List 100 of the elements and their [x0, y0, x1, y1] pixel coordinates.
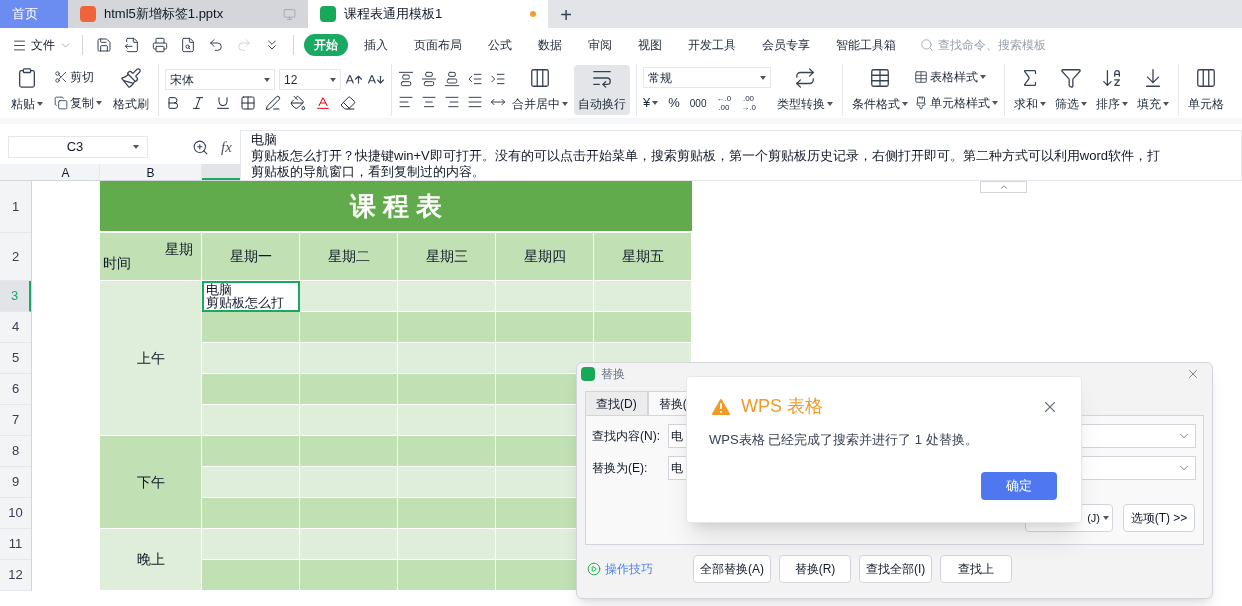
row-header: 7: [0, 405, 31, 436]
sum-button[interactable]: 求和: [1011, 67, 1049, 113]
cells-icon: [1195, 67, 1217, 89]
percent-button[interactable]: %: [668, 93, 680, 113]
day-header-cell: 星期一: [202, 233, 300, 280]
caret-icon: [992, 101, 998, 105]
merge-center-button[interactable]: 合并居中: [509, 67, 571, 113]
row-header: 9: [0, 467, 31, 498]
font-color-icon: [315, 95, 331, 111]
align-middle-icon: [421, 70, 437, 87]
format-painter-button[interactable]: 格式刷: [110, 67, 152, 113]
number-format-field[interactable]: 常规: [643, 67, 771, 89]
redo-icon: [236, 37, 252, 53]
alert-message: WPS表格 已经完成了搜索并进行了 1 处替换。: [709, 431, 978, 449]
row-header: 12: [0, 560, 31, 591]
active-cell[interactable]: 电脑 剪贴板怎么打: [202, 281, 300, 312]
scissors-icon: [54, 70, 68, 84]
menu-tab[interactable]: 数据: [528, 34, 572, 56]
decimal-decrease-button[interactable]: .00 →.0: [741, 94, 756, 112]
document-tab[interactable]: html5新增标签1.pptx: [68, 0, 308, 28]
brush-icon: [914, 96, 928, 110]
row-header: 11: [0, 529, 31, 560]
sort-label: 排序: [1096, 96, 1120, 113]
cells-button[interactable]: 单元格: [1185, 67, 1227, 113]
close-icon: [1186, 367, 1200, 381]
row-header: 3: [0, 281, 31, 312]
app-logo-icon: [581, 367, 595, 381]
dialog-tab[interactable]: 查找(D): [585, 391, 648, 415]
dialog-button[interactable]: 查找上: [940, 555, 1013, 583]
caret-icon: [37, 102, 43, 106]
fill-label: 填充: [1137, 96, 1161, 113]
export-icon: [124, 37, 140, 53]
paste-button[interactable]: 粘贴: [8, 67, 46, 113]
formula-text: 剪贴板的导航窗口，看到复制过的内容。: [251, 164, 486, 180]
ok-button[interactable]: 确定: [981, 471, 1057, 500]
chevron-up-icon: [998, 182, 1009, 192]
day-header-cell: 星期五: [594, 233, 692, 280]
wrap-text-button[interactable]: 自动换行: [574, 65, 630, 115]
file-menu[interactable]: 文件: [12, 36, 72, 54]
font-name-field[interactable]: 宋体: [165, 69, 275, 90]
name-box[interactable]: C3: [8, 136, 148, 158]
copy-button[interactable]: 复制: [54, 94, 102, 112]
day-header-cell: 星期四: [496, 233, 594, 280]
play-icon: [587, 562, 601, 576]
menu-tab[interactable]: 智能工具箱: [826, 34, 906, 56]
thousands-button[interactable]: 000: [689, 95, 707, 111]
new-tab-button[interactable]: +: [548, 0, 584, 28]
filter-button[interactable]: 筛选: [1052, 67, 1090, 113]
conditional-format-button[interactable]: 条件格式: [849, 67, 911, 113]
corner-bottom-label: 时间: [103, 254, 131, 273]
options-button[interactable]: 选项(T) >>: [1123, 504, 1195, 532]
menu-tab[interactable]: 开发工具: [678, 34, 746, 56]
row-header: 10: [0, 498, 31, 529]
caret-icon: [96, 101, 102, 105]
dialog-button[interactable]: 全部替换(A): [693, 555, 771, 583]
row-header: 4: [0, 312, 31, 343]
dialog-title: 替换: [601, 366, 626, 383]
caret-icon: [1122, 102, 1128, 106]
formula-field[interactable]: 电脑 剪贴板怎么打开？快捷键win+V即可打开。没有的可以点击开始菜单，搜索剪贴板，第一个剪贴板历史记录，右侧打开即可。第二种方式可以利用word软件，打 剪贴板的导航窗口，看到复制过的内容。: [240, 130, 1242, 181]
close-button[interactable]: [1186, 367, 1200, 381]
menu-tab[interactable]: 公式: [478, 34, 522, 56]
menu-tab[interactable]: 审阅: [578, 34, 622, 56]
cell-style-button[interactable]: 单元格样式: [914, 94, 998, 112]
caret-icon: [902, 102, 908, 106]
row-header: 8: [0, 436, 31, 467]
zoom-icon: [192, 138, 209, 156]
table-style-button[interactable]: 表格样式: [914, 68, 998, 86]
tips-link[interactable]: 操作技巧: [587, 560, 685, 578]
sum-label: 求和: [1014, 96, 1038, 113]
decimal-increase-button[interactable]: ←.0 .00: [716, 94, 732, 112]
align-top-icon: [398, 70, 414, 87]
caret-icon: [562, 102, 568, 106]
table-icon: [914, 70, 928, 84]
function-label[interactable]: fx: [221, 135, 232, 159]
sort-button[interactable]: 排序: [1093, 67, 1131, 113]
caret-icon: [330, 77, 336, 82]
save-icon: [96, 37, 112, 53]
fill-button[interactable]: 填充: [1134, 67, 1172, 113]
convert-label: 类型转换: [777, 96, 825, 113]
currency-button[interactable]: ¥: [643, 93, 659, 113]
schedule-title: 课 程 表: [100, 181, 692, 231]
menu-tab[interactable]: 会员专享: [752, 34, 820, 56]
menu-tab[interactable]: 视图: [628, 34, 672, 56]
document-tab[interactable]: 课程表通用模板1: [308, 0, 548, 28]
eraser-icon: [340, 95, 356, 111]
convert-button[interactable]: 类型转换: [774, 67, 836, 113]
slides-file-icon: [80, 6, 96, 22]
format-painter-icon: [120, 67, 142, 89]
font-size-field[interactable]: 12: [279, 69, 341, 90]
menu-tab[interactable]: 页面布局: [404, 34, 472, 56]
row-header: 1: [0, 181, 31, 233]
conditional-format-label: 条件格式: [852, 96, 900, 113]
caret-icon: [760, 75, 766, 80]
conditional-format-icon: [869, 67, 891, 89]
row-header: 5: [0, 343, 31, 374]
menu-tab[interactable]: 插入: [354, 34, 398, 56]
dialog-button[interactable]: 查找全部(I): [859, 555, 933, 583]
caret-icon: [827, 102, 833, 106]
cut-button[interactable]: 剪切: [54, 68, 102, 86]
dialog-button[interactable]: 替换(R): [779, 555, 851, 583]
